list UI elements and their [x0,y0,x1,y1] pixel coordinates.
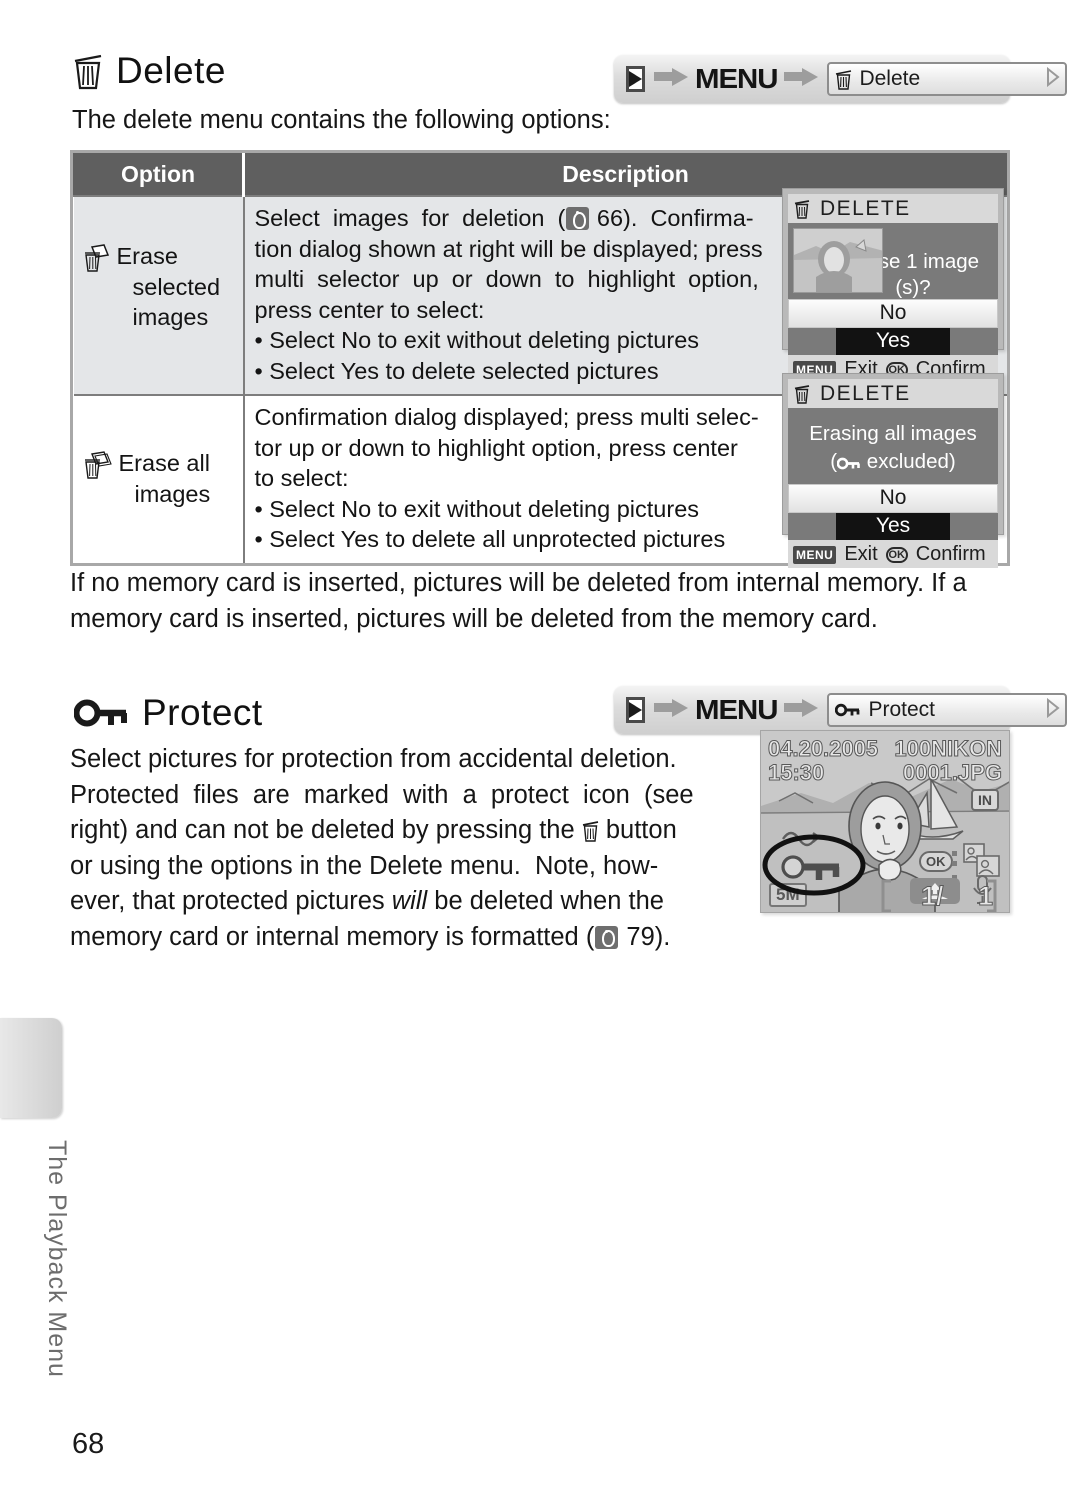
lcd-message-area: Erase 1 image (s)? [788,223,998,299]
ok-badge-2: OK [885,546,908,563]
trash-icon [72,52,104,90]
protect-line-4: or using the options in the Delete menu.… [70,851,659,880]
lcd-footer-2: MENU Exit OK Confirm [788,540,998,568]
lcd-option-yes-row-2: Yes [788,513,998,540]
protect-menu-field[interactable]: Protect [827,693,1068,727]
delete-breadcrumb: MENU Delete [614,55,1068,103]
delete-menu-field[interactable]: Delete [827,62,1068,96]
lcd-yes-right-pad [950,328,998,355]
delete-section-heading: Delete [72,50,226,92]
option-cell-erase-selected: Erase selected images [73,195,245,395]
lcd-message-line1: Erasing all images [809,422,977,445]
memory-badge-in: IN [971,789,999,811]
page-number: 68 [72,1428,105,1460]
description-bullet-2b: • Select Yes to delete all unprotected p… [254,526,726,552]
description-bullet-2: • Select Yes to delete selected pictures [254,357,659,384]
lcd-title-text: DELETE [820,197,911,220]
protect-breadcrumb: MENU Protect [614,686,1068,734]
lcd-option-no[interactable]: No [788,299,998,328]
delete-all-dialog: DELETE Erasing all images ( excluded) No… [782,373,1004,568]
photo-date: 04.20.2005 [767,736,879,762]
photo-folder: 100NIKON [894,736,1003,762]
description-bullet-1b: • Select No to exit without deleting pic… [254,495,700,522]
delete-intro-text: The delete menu contains the following o… [72,106,611,134]
lcd-option-no-2[interactable]: No [788,484,998,513]
erase-all-icon [84,448,112,481]
lcd-yes-left-pad [788,328,836,355]
delete-menu-field-label: Delete [859,67,921,90]
menu-badge-2: MENU [793,545,837,564]
lcd-message-line2: ( excluded) [788,447,998,477]
photo-time: 15:30 [767,760,825,786]
arrow-right-icon-4 [784,698,819,722]
protect-body-text: Select pictures for protection from acci… [70,742,742,955]
trash-icon-inline [582,820,599,842]
delete-selected-dialog: DELETE Erase 1 image (s)? No Yes MENU Ex… [782,188,1004,383]
protect-line-3: right) and can not be deleted by pressin… [70,816,677,844]
arrow-right-icon-3 [654,698,688,722]
photo-filename: 0001.JPG [902,760,1002,786]
erase-selected-icon [84,241,110,274]
menu-exit-label-2: Exit [844,543,878,565]
book-ref-icon [566,207,590,230]
protect-heading-text: Protect [142,692,263,733]
lcd-yes-right-pad-2 [950,513,998,540]
chevron-right-icon [1046,66,1061,92]
book-ref-icon-2 [595,925,619,949]
description-bullet-1: • Select No to exit without deleting pic… [254,327,700,353]
playback-button-icon [626,66,645,92]
key-protect-icon [74,698,130,728]
protect-line-6: memory card or internal memory is format… [70,922,671,951]
lcd-option-yes-row: Yes [788,328,998,355]
lcd-option-yes-2[interactable]: Yes [836,513,950,540]
lcd-option-yes[interactable]: Yes [836,328,950,355]
trash-icon-lcd [794,199,810,219]
table-header-option: Option [73,153,245,197]
lcd-title-bar-2: DELETE [788,379,998,408]
description-line-1b: Confirmation dialog displayed; press mul… [254,404,759,491]
chevron-right-icon-2 [1046,697,1061,723]
option-label-erase-selected: Erase selected images [116,243,221,330]
thumbnail-preview [793,228,883,293]
lcd-title-bar: DELETE [788,194,998,223]
delete-note-text: If no memory card is inserted, pictures … [70,569,967,633]
protect-section-heading: Protect [74,692,263,734]
key-protect-icon-small [835,703,861,717]
trash-icon-small [835,69,852,90]
option-label-erase-all: Erase all images [118,450,211,507]
option-cell-erase-all: Erase all images [73,394,245,563]
lcd-title-text-2: DELETE [820,382,911,405]
trash-icon-lcd-2 [794,384,810,404]
menu-label-2: MENU [695,694,778,725]
description-line-1: Select images for deletion ( 66). Confir… [254,205,763,323]
protect-line-5: ever, that protected pictures will be de… [70,887,664,915]
frame-brackets-icon [879,879,999,912]
playback-button-icon-2 [626,697,645,723]
arrow-right-icon-2 [784,67,819,91]
small-picture-icon [963,843,1001,877]
arrow-right-icon [654,67,688,91]
protect-italic-will: will [391,887,428,915]
side-tab-label: The Playback Menu [43,1140,71,1378]
protect-line-1: Select pictures for protection from acci… [70,745,677,773]
lcd-message-area-2: Erasing all images ( excluded) [788,408,998,484]
key-protect-icon-lcd [836,451,861,477]
ok-badge-photo: OK [919,851,953,872]
side-tab-marker [0,1018,62,1118]
lcd-yes-left-pad-2 [788,513,836,540]
protect-playback-preview: 04.20.2005 15:30 100NIKON 0001.JPG IN OK [760,730,1010,913]
key-protect-icon-photo [761,832,867,898]
ok-confirm-label-2: Confirm [915,543,986,565]
protect-line-2: Protected files are marked with a protec… [70,780,694,809]
menu-label: MENU [695,63,778,94]
delete-heading-text: Delete [116,50,226,91]
protect-menu-field-label: Protect [868,698,935,721]
